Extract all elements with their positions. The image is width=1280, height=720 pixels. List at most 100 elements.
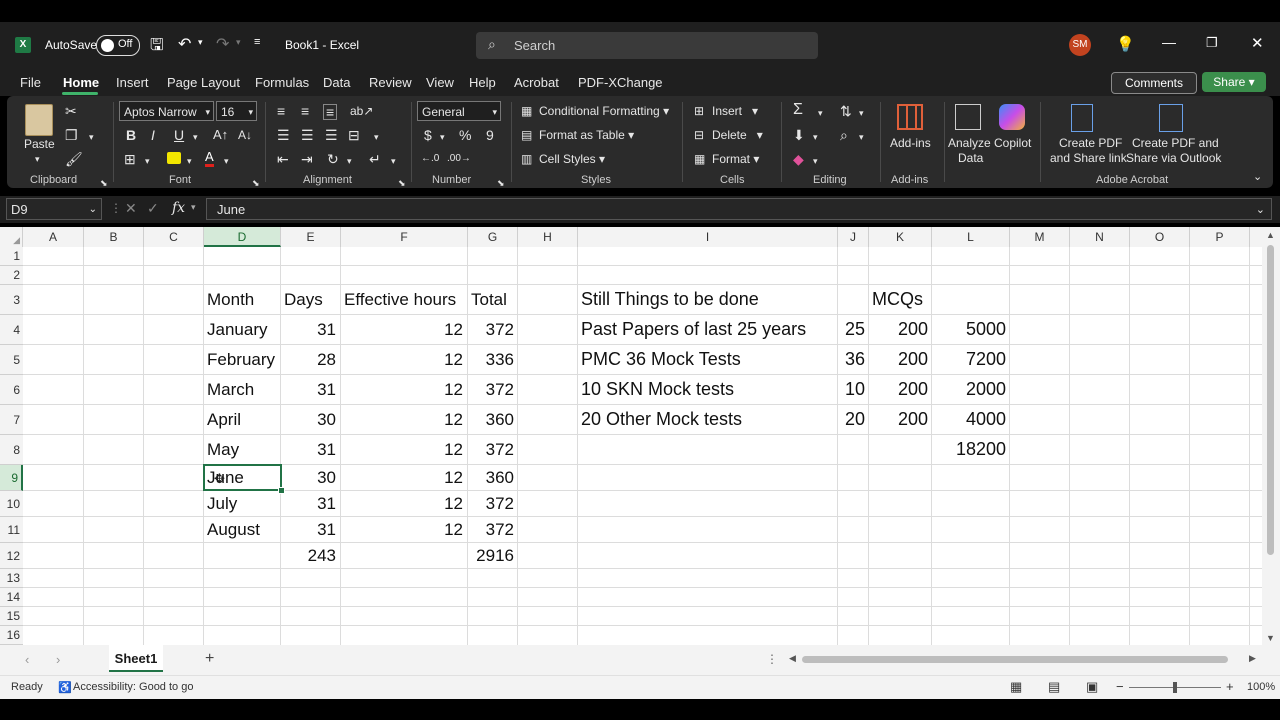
analyze-data-icon[interactable] bbox=[955, 104, 981, 130]
paste-icon[interactable] bbox=[25, 104, 53, 136]
format-as-table-button[interactable]: Format as Table ▾ bbox=[539, 128, 634, 142]
sort-filter-icon[interactable]: ⇅ bbox=[840, 104, 852, 118]
increase-font-icon[interactable]: A↑ bbox=[213, 128, 228, 142]
zoom-level[interactable]: 100% bbox=[1247, 681, 1275, 693]
days-cell[interactable]: 30 bbox=[280, 468, 336, 488]
row-header-6[interactable]: 6 bbox=[0, 375, 23, 405]
mcqs-cell[interactable]: 200 bbox=[868, 349, 928, 370]
sort-filter-dropdown-icon[interactable]: ▾ bbox=[859, 106, 864, 120]
cancel-icon[interactable]: ✕ bbox=[125, 200, 137, 217]
font-color-dropdown-icon[interactable]: ▾ bbox=[224, 154, 229, 168]
enter-icon[interactable]: ✓ bbox=[147, 200, 159, 217]
zoom-out-icon[interactable]: − bbox=[1116, 679, 1124, 694]
underline-dropdown-icon[interactable]: ▾ bbox=[193, 130, 198, 144]
horizontal-scroll-thumb[interactable] bbox=[802, 656, 1228, 663]
header-total[interactable]: Total bbox=[471, 290, 507, 310]
font-family-select[interactable]: Aptos Narrow ▾ bbox=[119, 101, 214, 121]
currency-icon[interactable]: $ bbox=[424, 128, 432, 142]
scroll-right-icon[interactable]: ▶ bbox=[1249, 653, 1256, 664]
hours-cell[interactable]: 12 bbox=[340, 520, 463, 540]
accessibility-status[interactable]: Accessibility: Good to go bbox=[73, 681, 193, 693]
row-header-1[interactable]: 1 bbox=[0, 247, 23, 266]
font-launcher-icon[interactable]: ⬊ bbox=[252, 176, 260, 190]
count-cell[interactable]: 10 bbox=[837, 379, 865, 400]
comments-button[interactable]: Comments bbox=[1111, 72, 1197, 94]
underline-icon[interactable]: U bbox=[174, 128, 184, 142]
month-cell[interactable]: July bbox=[207, 494, 237, 514]
hours-cell[interactable]: 12 bbox=[340, 320, 463, 340]
column-header-i[interactable]: I bbox=[578, 227, 838, 247]
days-cell[interactable]: 28 bbox=[280, 350, 336, 370]
grand-total-cell[interactable]: 18200 bbox=[931, 439, 1006, 460]
month-cell[interactable]: March bbox=[207, 380, 254, 400]
mcqs-header[interactable]: MCQs bbox=[872, 289, 923, 310]
vertical-scrollbar[interactable]: ▲ ▼ bbox=[1262, 227, 1280, 645]
column-header-j[interactable]: J bbox=[838, 227, 869, 247]
row-header-15[interactable]: 15 bbox=[0, 607, 23, 626]
redo-dropdown-icon[interactable]: ▾ bbox=[236, 37, 241, 48]
tab-formulas[interactable]: Formulas bbox=[255, 75, 309, 90]
search-box[interactable]: ⌕ Search bbox=[476, 32, 818, 59]
task-cell[interactable]: PMC 36 Mock Tests bbox=[581, 349, 741, 370]
total-cell[interactable]: 336 bbox=[467, 350, 514, 370]
tab-split-handle-icon[interactable]: ⋮ bbox=[766, 652, 778, 666]
merge-center-icon[interactable]: ⊟ bbox=[348, 128, 360, 142]
hours-cell[interactable]: 12 bbox=[340, 440, 463, 460]
paste-button[interactable]: Paste bbox=[24, 137, 55, 151]
insert-cells-button[interactable]: Insert ▾ bbox=[712, 104, 758, 118]
total-cell[interactable]: 360 bbox=[467, 468, 514, 488]
month-cell[interactable]: January bbox=[207, 320, 267, 340]
normal-view-icon[interactable]: ▦ bbox=[1010, 679, 1022, 695]
row-header-8[interactable]: 8 bbox=[0, 435, 23, 465]
undo-icon[interactable]: ↶ bbox=[178, 34, 191, 54]
row-header-2[interactable]: 2 bbox=[0, 266, 23, 285]
create-pdf-outlook-line2[interactable]: Share via Outlook bbox=[1126, 151, 1221, 165]
hours-cell[interactable]: 12 bbox=[340, 468, 463, 488]
bold-icon[interactable]: B bbox=[126, 128, 136, 142]
align-center-icon[interactable]: ☰ bbox=[301, 128, 314, 142]
row-header-13[interactable]: 13 bbox=[0, 569, 23, 588]
sum-days-cell[interactable]: 243 bbox=[280, 546, 336, 566]
column-header-o[interactable]: O bbox=[1130, 227, 1190, 247]
column-header-b[interactable]: B bbox=[84, 227, 144, 247]
insert-cells-icon[interactable]: ⊞ bbox=[694, 104, 704, 118]
header-month[interactable]: Month bbox=[207, 290, 254, 310]
days-cell[interactable]: 30 bbox=[280, 410, 336, 430]
row-header-5[interactable]: 5 bbox=[0, 345, 23, 375]
fill-handle[interactable] bbox=[278, 487, 285, 494]
collapse-ribbon-icon[interactable]: ⌄ bbox=[1253, 170, 1262, 184]
increase-decimal-icon[interactable]: ←.0 bbox=[421, 152, 439, 166]
fill-dropdown-icon[interactable]: ▾ bbox=[813, 130, 818, 144]
analyze-data-line2[interactable]: Data bbox=[958, 151, 983, 165]
tab-help[interactable]: Help bbox=[469, 75, 496, 90]
todo-total-cell[interactable]: 4000 bbox=[931, 409, 1006, 430]
clear-dropdown-icon[interactable]: ▾ bbox=[813, 154, 818, 168]
options-icon[interactable]: ⋮ bbox=[110, 201, 122, 215]
restore-icon[interactable]: ❐ bbox=[1206, 35, 1218, 51]
format-as-table-icon[interactable]: ▤ bbox=[521, 128, 532, 142]
clipboard-launcher-icon[interactable]: ⬊ bbox=[100, 176, 108, 190]
create-pdf-share-link-line2[interactable]: and Share link bbox=[1050, 151, 1127, 165]
todo-total-cell[interactable]: 7200 bbox=[931, 349, 1006, 370]
total-cell[interactable]: 372 bbox=[467, 520, 514, 540]
delete-cells-icon[interactable]: ⊟ bbox=[694, 128, 704, 142]
borders-icon[interactable]: ⊞ bbox=[124, 152, 136, 166]
month-cell[interactable]: February bbox=[207, 350, 275, 370]
add-ins-button[interactable]: Add-ins bbox=[890, 136, 931, 150]
minimize-icon[interactable]: — bbox=[1162, 34, 1176, 50]
select-all-corner[interactable]: ◢ bbox=[0, 227, 23, 247]
copy-icon[interactable]: ❐ bbox=[65, 128, 78, 142]
fill-color-icon[interactable] bbox=[167, 152, 181, 164]
row-header-12[interactable]: 12 bbox=[0, 543, 23, 569]
days-cell[interactable]: 31 bbox=[280, 520, 336, 540]
close-icon[interactable]: ✕ bbox=[1251, 34, 1264, 52]
save-icon[interactable]: 🖫 bbox=[150, 34, 164, 61]
decrease-indent-icon[interactable]: ⇤ bbox=[277, 152, 289, 166]
create-pdf-outlook-icon[interactable] bbox=[1159, 104, 1183, 132]
tab-pdf-xchange[interactable]: PDF-XChange bbox=[578, 75, 663, 90]
customize-toolbar-icon[interactable]: ≡ bbox=[254, 36, 260, 48]
days-cell[interactable]: 31 bbox=[280, 380, 336, 400]
count-cell[interactable]: 36 bbox=[837, 349, 865, 370]
cut-icon[interactable]: ✂ bbox=[65, 104, 77, 118]
analyze-data-line1[interactable]: Analyze bbox=[948, 136, 991, 150]
